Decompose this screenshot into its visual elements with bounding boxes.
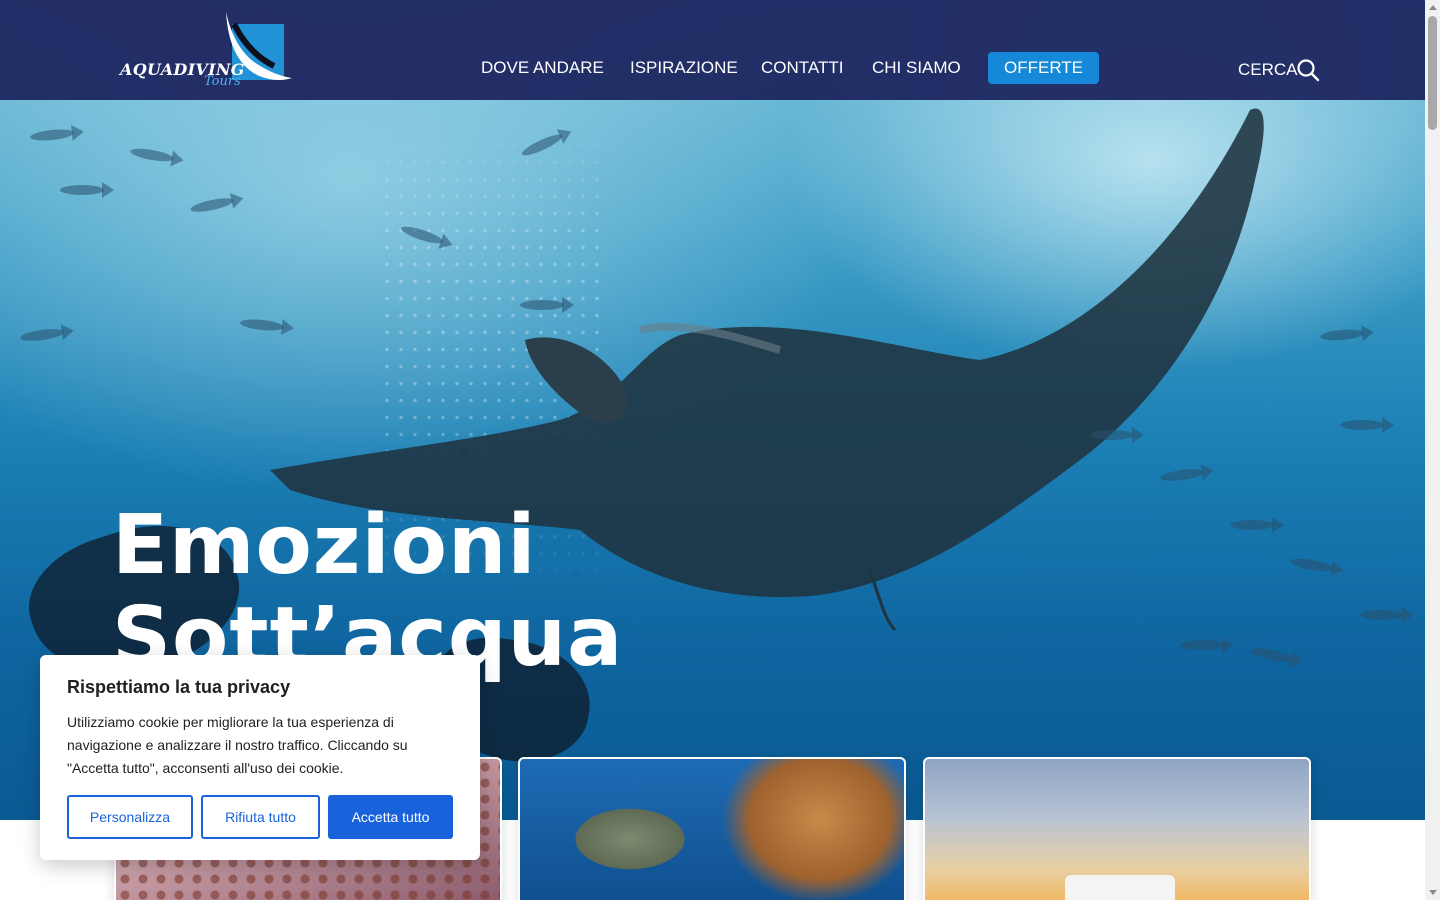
page-scrollbar[interactable] [1425, 0, 1440, 900]
fish-shape [29, 127, 75, 143]
fish-shape [1090, 427, 1144, 443]
fish-shape [19, 326, 65, 344]
cookie-text: Utilizziamo cookie per migliorare la tua… [67, 714, 408, 776]
fish-shape [60, 182, 114, 198]
nav-item-offerte[interactable]: OFFERTE [988, 52, 1100, 84]
fish-shape [1319, 328, 1365, 342]
customize-button[interactable]: Personalizza [67, 795, 193, 839]
search-icon [1297, 59, 1320, 82]
logo-subtitle: Tours [204, 74, 241, 89]
cookie-banner: Rispettiamo la tua privacy Utilizziamo c… [40, 655, 480, 860]
fish-shape [520, 297, 574, 313]
fish-shape [189, 195, 235, 215]
site-header: AQUADIVING Tours DOVE ANDARE ISPIRAZIONE… [0, 0, 1425, 100]
nav-item-chi-siamo[interactable]: CHI SIAMO [872, 52, 961, 84]
cookie-title: Rispettiamo la tua privacy [67, 677, 291, 697]
reject-all-button[interactable]: Rifiuta tutto [201, 795, 320, 839]
fish-shape [1360, 607, 1414, 623]
fish-shape [1340, 417, 1394, 433]
accept-all-button[interactable]: Accetta tutto [328, 795, 453, 839]
nav-item-dove-andare[interactable]: DOVE ANDARE [481, 52, 604, 84]
nav-item-contatti[interactable]: CONTATTI [761, 52, 843, 84]
hero-headline-line1: Emozioni [112, 498, 537, 593]
nav-item-ispirazione[interactable]: ISPIRAZIONE [630, 52, 738, 84]
aquadiving-logo[interactable]: AQUADIVING Tours [120, 10, 300, 92]
scroll-thumb[interactable] [1428, 16, 1437, 130]
scroll-down-icon[interactable] [1429, 890, 1437, 895]
card-image [1065, 875, 1175, 900]
card-image [520, 759, 904, 900]
fish-shape [1230, 517, 1284, 533]
search-label: CERCA [1238, 60, 1298, 79]
destination-card[interactable] [923, 757, 1311, 900]
fish-shape [129, 146, 175, 164]
fish-shape [1289, 556, 1335, 574]
scroll-up-icon[interactable] [1429, 5, 1437, 10]
fish-shape [1180, 637, 1234, 653]
destination-card[interactable] [518, 757, 906, 900]
